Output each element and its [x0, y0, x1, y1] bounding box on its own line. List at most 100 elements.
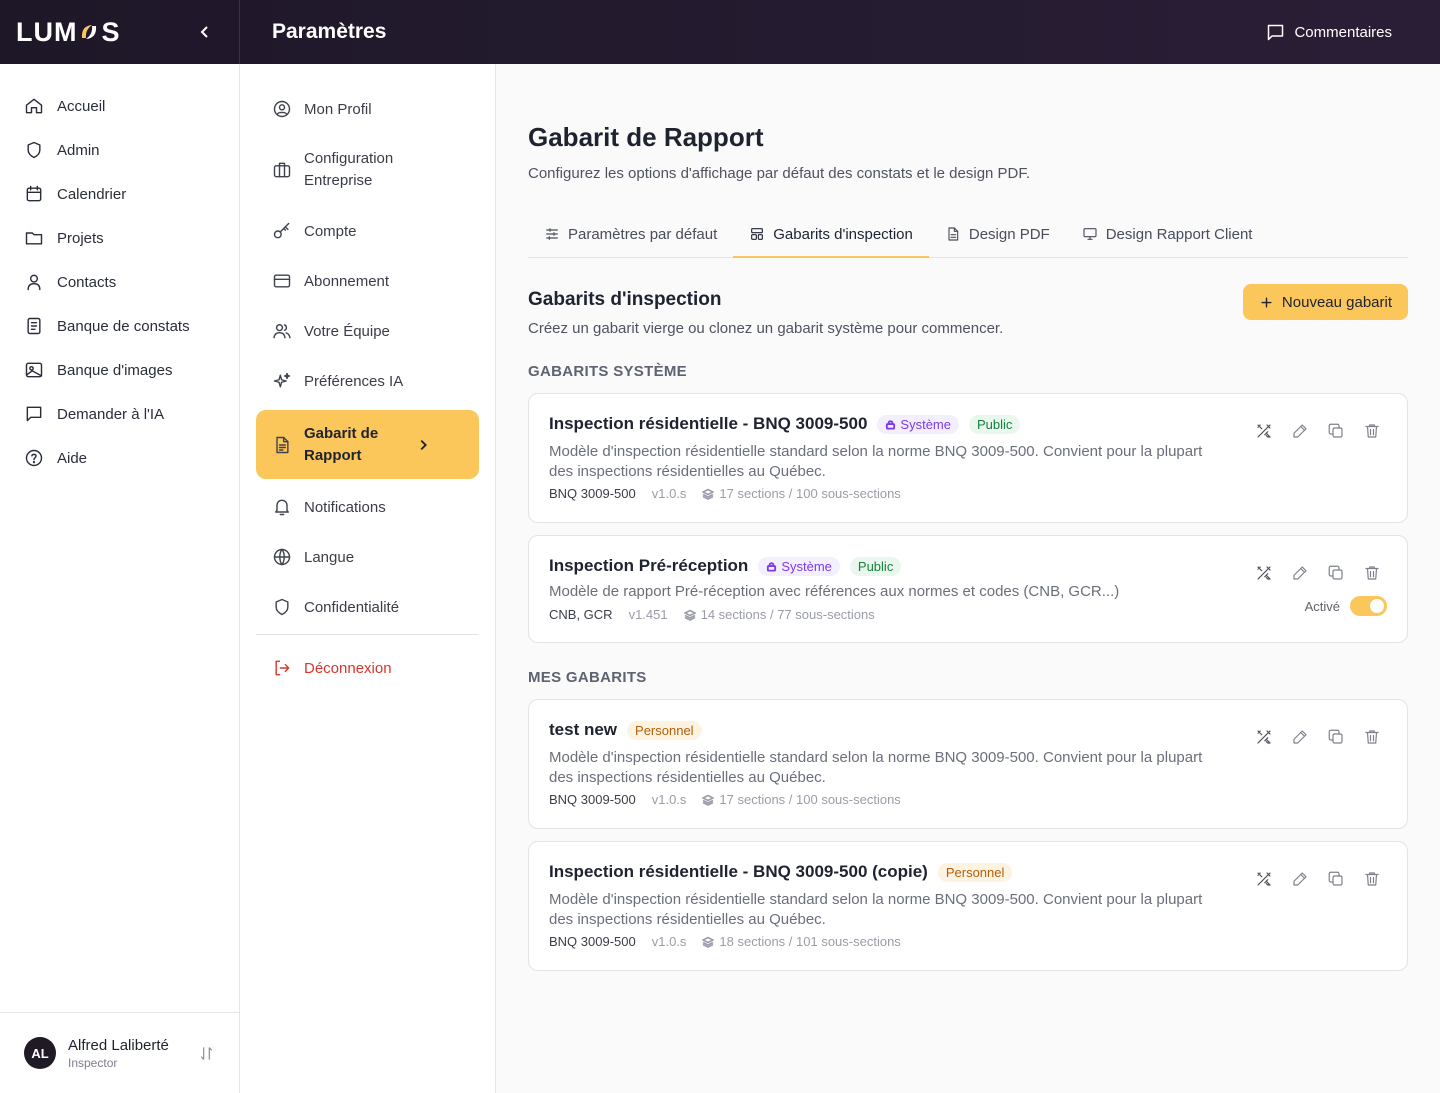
lock-icon — [886, 419, 896, 430]
edit-icon[interactable] — [1291, 870, 1309, 888]
settings-item-label: Abonnement — [304, 272, 390, 290]
settings-item-mon-profil[interactable]: Mon Profil — [256, 84, 479, 134]
trash-icon[interactable] — [1363, 728, 1381, 746]
sidebar-item-banque-images[interactable]: Banque d'images — [0, 348, 239, 392]
settings-item-label: Langue — [304, 548, 355, 566]
template-code: BNQ 3009-500 — [549, 792, 636, 807]
template-card[interactable]: Inspection résidentielle - BNQ 3009-500 … — [528, 393, 1408, 523]
template-counts: 17 sections / 100 sous-sections — [702, 486, 901, 501]
badge-label: Système — [900, 416, 951, 432]
section-header: Gabarits d'inspection Créez un gabarit v… — [528, 284, 1408, 337]
settings-item-label: Votre Équipe — [304, 322, 390, 340]
lumos-logo[interactable]: LUM S — [16, 17, 121, 48]
sidebar-item-demander-ia[interactable]: Demander à l'IA — [0, 392, 239, 436]
template-description: Modèle d'inspection résidentielle standa… — [549, 891, 1203, 928]
trash-icon[interactable] — [1363, 422, 1381, 440]
sidebar-item-label: Contacts — [57, 273, 117, 291]
edit-icon[interactable] — [1291, 728, 1309, 746]
template-meta: BNQ 3009-500 v1.0.s 18 sections / 101 so… — [549, 934, 1387, 970]
template-title: Inspection résidentielle - BNQ 3009-500 — [549, 414, 868, 433]
sidebar-item-contacts[interactable]: Contacts — [0, 260, 239, 304]
settings-item-notifications[interactable]: Notifications — [256, 482, 479, 532]
template-card[interactable]: Inspection résidentielle - BNQ 3009-500 … — [528, 841, 1408, 971]
template-title: Inspection Pré-réception — [549, 556, 749, 575]
template-code: BNQ 3009-500 — [549, 934, 636, 949]
logout-icon — [272, 658, 292, 678]
settings-item-label: Préférences IA — [304, 372, 404, 390]
settings-item-configuration-entreprise[interactable]: Configuration Entreprise — [256, 134, 479, 206]
sidebar-item-label: Accueil — [57, 97, 106, 115]
sidebar-item-calendrier[interactable]: Calendrier — [0, 172, 239, 216]
template-actions — [1255, 564, 1381, 582]
template-meta: CNB, GCR v1.451 14 sections / 77 sous-se… — [549, 607, 1387, 642]
help-icon — [24, 448, 44, 468]
design-tools-icon[interactable] — [1255, 870, 1273, 888]
template-code: BNQ 3009-500 — [549, 486, 636, 501]
system-templates-label: GABARITS SYSTÈME — [528, 363, 687, 380]
settings-item-langue[interactable]: Langue — [256, 532, 479, 582]
sidebar-item-banque-constats[interactable]: Banque de constats — [0, 304, 239, 348]
template-counts: 18 sections / 101 sous-sections — [702, 934, 901, 949]
layers-icon — [702, 936, 715, 948]
top-bar: LUM S Paramètres Commentaires — [0, 0, 1440, 64]
template-card[interactable]: test new Personnel Modèle d'inspection r… — [528, 699, 1408, 829]
sidebar-item-accueil[interactable]: Accueil — [0, 84, 239, 128]
layers-icon — [702, 488, 715, 500]
credit-card-icon — [272, 271, 292, 291]
tab-gabarits-inspection[interactable]: Gabarits d'inspection — [733, 212, 929, 258]
sidebar-item-label: Projets — [57, 229, 104, 247]
tab-design-rapport-client[interactable]: Design Rapport Client — [1066, 212, 1269, 258]
feedback-button[interactable]: Commentaires — [1265, 0, 1392, 64]
design-tools-icon[interactable] — [1255, 564, 1273, 582]
trash-icon[interactable] — [1363, 564, 1381, 582]
trash-icon[interactable] — [1363, 870, 1381, 888]
tab-label: Paramètres par défaut — [568, 225, 718, 243]
new-template-button[interactable]: Nouveau gabarit — [1242, 284, 1408, 320]
copy-icon[interactable] — [1327, 870, 1345, 888]
collapse-sidebar-button[interactable] — [197, 24, 213, 40]
sidebar-item-admin[interactable]: Admin — [0, 128, 239, 172]
settings-item-preferences-ia[interactable]: Préférences IA — [256, 356, 479, 406]
sidebar-item-projets[interactable]: Projets — [0, 216, 239, 260]
settings-item-gabarit-rapport[interactable]: Gabarit de Rapport — [256, 410, 479, 479]
section-title: Gabarits d'inspection — [528, 289, 722, 310]
template-counts: 14 sections / 77 sous-sections — [683, 607, 875, 622]
layers-icon — [683, 609, 696, 621]
settings-item-compte[interactable]: Compte — [256, 206, 479, 256]
design-tools-icon[interactable] — [1255, 728, 1273, 746]
design-tools-icon[interactable] — [1255, 422, 1273, 440]
settings-item-label: Mon Profil — [304, 100, 372, 118]
chevron-left-icon — [200, 26, 208, 38]
template-code: CNB, GCR — [549, 607, 613, 622]
sidebar-item-aide[interactable]: Aide — [0, 436, 239, 480]
edit-icon[interactable] — [1291, 564, 1309, 582]
active-toggle[interactable] — [1350, 596, 1387, 616]
main-title: Gabarit de Rapport — [528, 122, 764, 152]
personal-badge: Personnel — [627, 720, 702, 740]
user-circle-icon — [272, 99, 292, 119]
sidebar-item-label: Banque d'images — [57, 361, 173, 379]
system-badge: Système — [758, 556, 840, 576]
edit-icon[interactable] — [1291, 422, 1309, 440]
new-template-label: Nouveau gabarit — [1281, 293, 1392, 311]
copy-icon[interactable] — [1327, 728, 1345, 746]
settings-item-abonnement[interactable]: Abonnement — [256, 256, 479, 306]
tab-design-pdf[interactable]: Design PDF — [929, 212, 1066, 258]
template-title: test new — [549, 720, 618, 739]
key-icon — [272, 221, 292, 241]
template-description: Modèle d'inspection résidentielle standa… — [549, 749, 1203, 786]
calendar-icon — [24, 184, 44, 204]
counts-label: 18 sections / 101 sous-sections — [719, 934, 901, 949]
logout-button[interactable]: Déconnexion — [256, 643, 479, 693]
template-card[interactable]: Inspection Pré-réception Système Public … — [528, 535, 1408, 643]
sidebar-item-label: Demander à l'IA — [57, 405, 165, 423]
template-version: v1.0.s — [651, 792, 687, 807]
copy-icon[interactable] — [1327, 564, 1345, 582]
copy-icon[interactable] — [1327, 422, 1345, 440]
user-profile-footer[interactable]: AL Alfred Laliberté Inspector — [0, 1012, 239, 1093]
tab-parametres-par-defaut[interactable]: Paramètres par défaut — [528, 212, 733, 258]
tab-label: Gabarits d'inspection — [773, 225, 913, 243]
switch-account-icon[interactable] — [198, 1045, 215, 1062]
settings-item-confidentialite[interactable]: Confidentialité — [256, 582, 479, 632]
settings-item-votre-equipe[interactable]: Votre Équipe — [256, 306, 479, 356]
